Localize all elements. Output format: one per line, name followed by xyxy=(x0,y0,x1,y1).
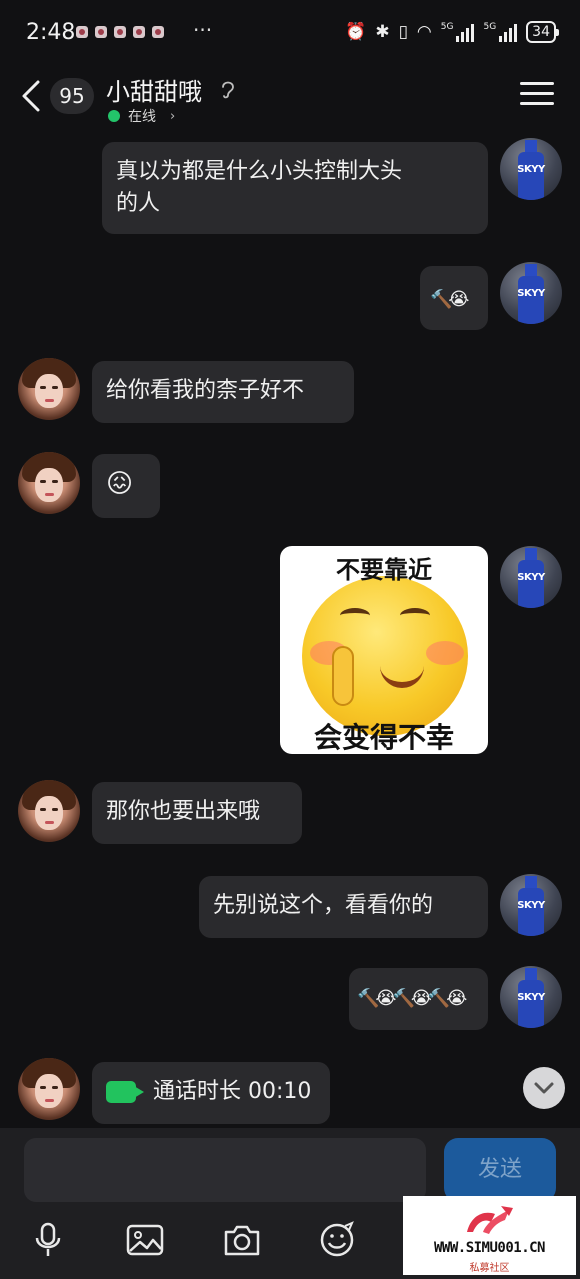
message-input[interactable] xyxy=(24,1138,426,1202)
message-text: 真以为都是什么小头控制大头 xyxy=(116,159,403,184)
message-bubble[interactable]: 🔨😭 xyxy=(420,266,488,330)
my-avatar[interactable]: SKYY xyxy=(500,262,562,324)
contact-name[interactable]: 小甜甜哦 xyxy=(106,72,202,107)
notification-app-icon xyxy=(133,26,145,38)
notification-app-icon xyxy=(152,26,164,38)
message-text: 的人 xyxy=(116,191,161,216)
unread-count-badge[interactable]: 95 xyxy=(50,78,94,114)
watermark-url: WWW.SIMU001.CN xyxy=(433,1240,546,1256)
chat-header: 95 小甜甜哦 在线 › xyxy=(0,66,580,136)
call-record-bubble[interactable]: 通话时长 00:10 xyxy=(92,1062,330,1124)
notification-app-icon xyxy=(76,26,88,38)
message-bubble[interactable]: 真以为都是什么小头控制大头 的人 xyxy=(102,142,488,234)
camera-icon xyxy=(224,1225,260,1256)
camera-button[interactable] xyxy=(220,1218,264,1262)
message-text: 那你也要出来哦 xyxy=(106,799,261,824)
online-status[interactable]: 在线 › xyxy=(108,106,175,126)
emoji-button[interactable] xyxy=(315,1218,359,1262)
message-outgoing: 🔨😭🔨😭🔨😭 SKYY xyxy=(0,964,580,1034)
message-outgoing: 真以为都是什么小头控制大头 的人 SKYY xyxy=(0,136,580,246)
image-button[interactable] xyxy=(123,1218,167,1262)
simu-logo-icon xyxy=(467,1206,513,1234)
menu-button[interactable] xyxy=(520,82,554,112)
message-text: 给你看我的柰子好不 xyxy=(106,378,305,403)
alarm-icon: ⏰ xyxy=(345,22,367,42)
my-avatar[interactable]: SKYY xyxy=(500,966,562,1028)
contact-avatar[interactable] xyxy=(18,358,80,420)
message-outgoing: 先别说这个，看看你的 SKYY xyxy=(0,872,580,942)
scroll-to-bottom-button[interactable] xyxy=(523,1067,565,1109)
status-more: ··· xyxy=(193,18,213,42)
message-bubble[interactable]: 😖 xyxy=(92,454,160,518)
wifi-icon: ◠ xyxy=(416,22,432,42)
sticker-caption-bottom: 会变得不幸 xyxy=(313,721,454,754)
chevron-right-icon: › xyxy=(170,108,176,124)
message-emoji: 🔨😭🔨😭🔨😭 xyxy=(357,988,467,1009)
message-bubble[interactable]: 🔨😭🔨😭🔨😭 xyxy=(349,968,488,1030)
emoji-icon xyxy=(320,1221,354,1257)
microphone-icon xyxy=(35,1222,61,1256)
sticker-caption-top: 不要靠近 xyxy=(336,556,432,584)
message-text: 先别说这个，看看你的 xyxy=(213,893,434,918)
message-bubble[interactable]: 先别说这个，看看你的 xyxy=(199,876,488,938)
message-outgoing: 🔨😭 SKYY xyxy=(0,260,580,330)
system-icons: ⏰ ✱ ▯ ◠ 5G 5G 34 xyxy=(345,20,559,44)
battery-icon: 34 xyxy=(526,21,559,43)
contact-avatar[interactable] xyxy=(18,1058,80,1120)
online-status-text: 在线 xyxy=(128,109,156,125)
message-bubble[interactable]: 那你也要出来哦 xyxy=(92,782,302,844)
image-icon xyxy=(126,1224,164,1256)
message-bubble[interactable]: 给你看我的柰子好不 xyxy=(92,361,354,423)
contact-avatar[interactable] xyxy=(18,780,80,842)
my-avatar[interactable]: SKYY xyxy=(500,138,562,200)
hamburger-icon xyxy=(520,82,554,85)
ear-icon[interactable] xyxy=(218,78,238,100)
message-outgoing: 不要靠近 会变得不幸 SKYY xyxy=(0,544,580,758)
message-emoji: 😖 xyxy=(106,469,134,499)
contact-avatar[interactable] xyxy=(18,452,80,514)
notification-app-icon xyxy=(95,26,107,38)
watermark: WWW.SIMU001.CN 私募社区 xyxy=(403,1196,576,1275)
message-incoming: 😖 xyxy=(0,452,580,522)
signal-icon: 5G xyxy=(441,22,475,42)
notification-app-icon xyxy=(114,26,126,38)
notification-icons xyxy=(76,26,164,38)
chevron-left-icon xyxy=(22,80,40,112)
video-call-icon xyxy=(106,1081,144,1103)
signal-icon: 5G xyxy=(483,22,518,42)
chat-messages[interactable]: 真以为都是什么小头控制大头 的人 SKYY 🔨😭 SKYY 给你看我的柰子好不 xyxy=(0,136,580,1128)
vibrate-icon: ▯ xyxy=(398,22,408,42)
my-avatar[interactable]: SKYY xyxy=(500,874,562,936)
chevron-down-icon xyxy=(534,1082,554,1094)
status-time: 2:48 xyxy=(26,20,76,45)
back-button[interactable] xyxy=(18,76,48,116)
send-button[interactable]: 发送 xyxy=(444,1138,556,1202)
message-incoming: 给你看我的柰子好不 xyxy=(0,358,580,428)
call-duration-text: 通话时长 00:10 xyxy=(153,1079,312,1104)
watermark-subtitle: 私募社区 xyxy=(469,1263,510,1274)
bluetooth-icon: ✱ xyxy=(375,22,390,42)
my-avatar[interactable]: SKYY xyxy=(500,546,562,608)
status-bar: 2:48 ··· ⏰ ✱ ▯ ◠ 5G 5G 34 xyxy=(0,0,580,66)
voice-button[interactable] xyxy=(26,1218,70,1262)
online-dot-icon xyxy=(108,110,120,122)
composer: 发送 WWW.SIMU001.CN 私募社区 xyxy=(0,1128,580,1279)
message-emoji: 🔨😭 xyxy=(430,289,470,310)
message-incoming: 通话时长 00:10 xyxy=(0,1058,580,1128)
sticker-image[interactable]: 不要靠近 会变得不幸 xyxy=(280,546,488,754)
message-incoming: 那你也要出来哦 xyxy=(0,780,580,850)
